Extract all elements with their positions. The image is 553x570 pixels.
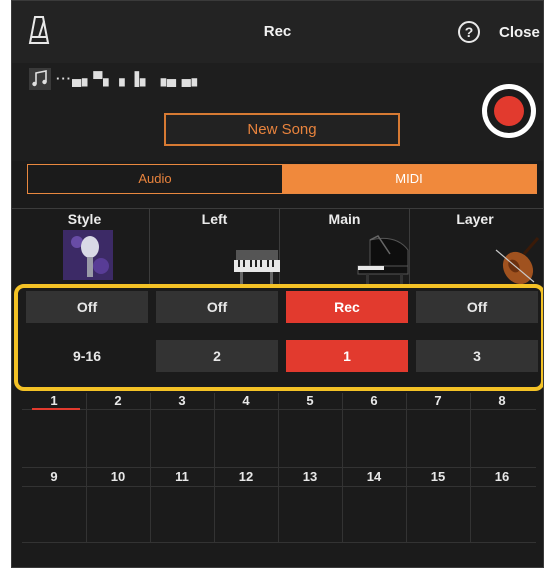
tab-audio[interactable]: Audio (28, 165, 282, 193)
part-layer[interactable]: Layer (410, 208, 540, 286)
close-button[interactable]: Close (499, 24, 540, 41)
track-2[interactable]: 2 (86, 393, 150, 408)
channel-main[interactable]: 1 (286, 340, 408, 372)
track-4[interactable]: 4 (214, 393, 278, 408)
part-style[interactable]: Style (20, 208, 150, 286)
track-3[interactable]: 3 (150, 393, 214, 408)
grid-col-divider (214, 393, 215, 543)
track-11[interactable]: 11 (150, 469, 214, 484)
grid-row-divider (22, 409, 536, 410)
rec-screen: Rec ? Close ···▄▖▀▖▗ ▐▖ ▗▄ ▄▖ New Song A… (11, 0, 544, 568)
rec-toggle-style[interactable]: Off (26, 291, 148, 323)
track-13[interactable]: 13 (278, 469, 342, 484)
record-button[interactable] (482, 84, 536, 138)
track-6[interactable]: 6 (342, 393, 406, 408)
part-label: Left (201, 211, 228, 227)
track-5[interactable]: 5 (278, 393, 342, 408)
grid-col-divider (278, 393, 279, 543)
piano-icon (357, 235, 409, 286)
track-14[interactable]: 14 (342, 469, 406, 484)
track-8[interactable]: 8 (470, 393, 534, 408)
keyboard-icon (234, 250, 280, 286)
track-1[interactable]: 1 (22, 393, 86, 408)
channel-style[interactable]: 9-16 (26, 340, 148, 372)
parts-header: Style Left Main Layer (12, 208, 543, 286)
channel-left[interactable]: 2 (156, 340, 278, 372)
help-icon[interactable]: ? (458, 21, 480, 43)
part-label: Style (67, 211, 102, 227)
violin-icon (495, 237, 540, 285)
grid-row-divider (22, 486, 536, 487)
mode-toggle: Audio MIDI (27, 164, 537, 194)
active-track-indicator (32, 408, 80, 410)
part-label: Layer (456, 211, 494, 227)
grid-col-divider (470, 393, 471, 543)
record-icon (494, 96, 524, 126)
track-grid: 1 2 3 4 5 6 7 8 9 10 11 12 13 14 15 16 (22, 393, 536, 543)
grid-row-divider (22, 467, 536, 468)
microphone-icon (63, 230, 113, 280)
grid-col-divider (86, 393, 87, 543)
grid-col-divider (342, 393, 343, 543)
track-10[interactable]: 10 (86, 469, 150, 484)
track-16[interactable]: 16 (470, 469, 534, 484)
rec-toggle-left[interactable]: Off (156, 291, 278, 323)
tab-midi[interactable]: MIDI (282, 165, 536, 193)
channel-layer[interactable]: 3 (416, 340, 538, 372)
header-bar: Rec ? Close (12, 1, 543, 63)
rec-toggle-layer[interactable]: Off (416, 291, 538, 323)
grid-col-divider (150, 393, 151, 543)
grid-col-divider (406, 393, 407, 543)
track-12[interactable]: 12 (214, 469, 278, 484)
track-9[interactable]: 9 (22, 469, 86, 484)
part-main[interactable]: Main (280, 208, 410, 286)
new-song-button[interactable]: New Song (164, 113, 400, 146)
track-7[interactable]: 7 (406, 393, 470, 408)
grid-row-divider (22, 542, 536, 543)
song-name: ···▄▖▀▖▗ ▐▖ ▗▄ ▄▖ (56, 71, 203, 86)
music-note-icon (29, 68, 51, 90)
part-left[interactable]: Left (150, 208, 280, 286)
rec-toggle-main[interactable]: Rec (286, 291, 408, 323)
part-label: Main (328, 211, 361, 227)
track-15[interactable]: 15 (406, 469, 470, 484)
